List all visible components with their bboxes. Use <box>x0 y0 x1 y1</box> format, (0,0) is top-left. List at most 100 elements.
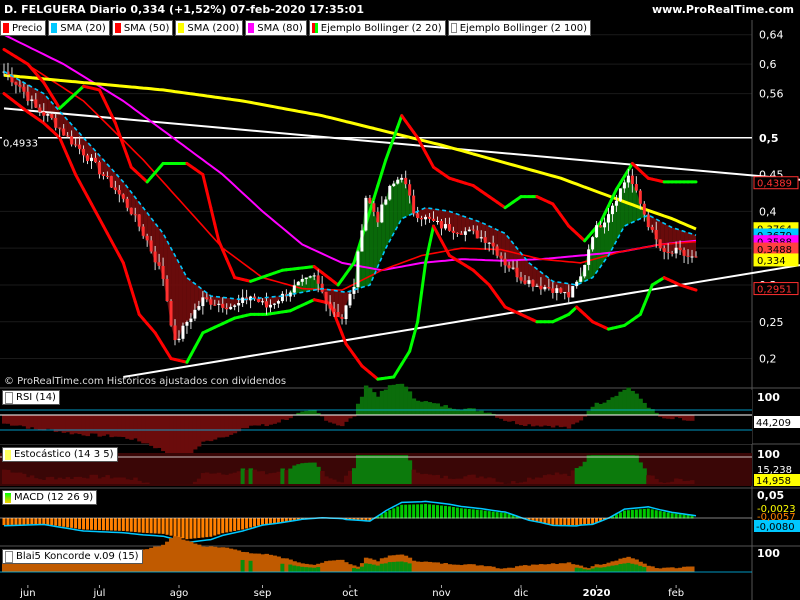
candle-body <box>42 111 46 116</box>
panel-label-macd[interactable]: MACD (12 26 9) <box>2 490 98 505</box>
candle-body <box>443 224 447 229</box>
panel-label-koncorde[interactable]: Blai5 Koncorde v.09 (15) <box>2 549 143 564</box>
rsi-bar <box>117 415 122 437</box>
y-tick-label: 0,64 <box>759 29 784 42</box>
rsi-bar <box>77 415 83 435</box>
macd-histogram <box>26 518 30 525</box>
legend-item-sma80[interactable]: SMA (80) <box>245 20 307 36</box>
koncorde-bar-green <box>594 567 600 572</box>
koncorde-bar-green <box>312 567 317 572</box>
koncorde-bar <box>487 566 492 572</box>
rsi-bar <box>204 415 210 441</box>
candle-body <box>121 194 125 199</box>
stoch-bar <box>312 462 317 484</box>
candle-body <box>62 128 66 136</box>
candle-body <box>38 107 42 112</box>
rsi-bar <box>216 415 222 438</box>
rsi-bar <box>188 415 194 455</box>
site-url[interactable]: www.ProRealTime.com <box>652 3 794 16</box>
stoch-bar <box>367 455 373 484</box>
rsi-bar <box>97 415 102 437</box>
koncorde-bar <box>662 567 667 572</box>
legend-item-sma200[interactable]: SMA (200) <box>175 20 244 36</box>
macd-histogram <box>201 518 205 538</box>
rsi-bar <box>503 415 508 421</box>
koncorde-bar <box>471 564 476 572</box>
rsi-bar <box>403 386 409 416</box>
legend-swatch <box>178 23 185 33</box>
legend-item-sma50[interactable]: SMA (50) <box>111 20 174 36</box>
candle-body <box>292 285 296 293</box>
candle-body <box>50 114 54 118</box>
candle-body <box>674 247 678 254</box>
macd-histogram <box>443 505 447 519</box>
stoch-bar <box>419 474 425 484</box>
stoch-bar <box>224 474 230 484</box>
candle-body <box>650 226 654 230</box>
rsi-bar <box>192 415 198 450</box>
koncorde-bar <box>344 562 349 572</box>
candle-body <box>630 175 634 185</box>
koncorde-bar-green <box>574 567 580 572</box>
stoch-bar <box>415 472 421 484</box>
candle-body <box>101 174 105 176</box>
candle-body <box>495 246 499 256</box>
fill-bear <box>182 270 187 326</box>
rsi-bar <box>260 415 266 425</box>
candle-body <box>447 224 451 231</box>
macd-histogram <box>157 518 161 534</box>
stoch-bar <box>260 471 266 484</box>
koncorde-bar <box>479 565 484 572</box>
rsi-bar <box>21 415 27 427</box>
candle-body <box>352 287 356 294</box>
stoch-extra-label: 15,238 <box>757 465 792 476</box>
y-tick-label: 0,5 <box>759 132 779 145</box>
rsi-bar <box>113 415 118 437</box>
stoch-bar <box>141 482 146 484</box>
koncorde-bar <box>483 566 488 572</box>
macd-histogram <box>74 518 78 529</box>
stoch-bar <box>526 477 532 484</box>
koncorde-bar <box>515 566 520 572</box>
rsi-bar <box>101 415 106 436</box>
candle-body <box>30 99 34 102</box>
rsi-bar <box>646 407 651 416</box>
panel-label-stochastic[interactable]: Estocástico (14 3 5) <box>2 447 118 462</box>
stoch-bar <box>455 478 460 484</box>
candle-body <box>133 214 137 216</box>
macd-histogram <box>121 518 125 531</box>
koncorde-bar <box>670 567 675 572</box>
stoch-bar <box>682 481 687 484</box>
candle-body <box>173 325 177 341</box>
macd-histogram <box>475 509 479 519</box>
stoch-bar <box>598 455 604 484</box>
stoch-bar <box>85 478 91 484</box>
x-tick-label: nov <box>432 588 450 599</box>
candle-body <box>451 230 455 233</box>
legend-item-sma20[interactable]: SMA (20) <box>48 20 110 36</box>
stoch-bar <box>479 476 484 484</box>
macd-histogram <box>249 518 253 528</box>
y-tick-label: 0,56 <box>759 88 784 101</box>
legend-item-bollinger-20[interactable]: Ejemplo Bollinger (2 20) <box>308 20 446 36</box>
fill-bear <box>214 296 219 305</box>
candle-body <box>324 291 328 304</box>
rsi-bar <box>324 415 329 421</box>
macd-histogram <box>213 518 217 536</box>
rsi-bar <box>542 415 548 426</box>
legend-item-bollinger-100[interactable]: Ejemplo Bollinger (2 100) <box>447 20 592 36</box>
legend-item-price[interactable]: Precio <box>0 20 47 36</box>
koncorde-bar <box>678 567 683 572</box>
koncorde-bar <box>666 567 671 572</box>
stoch-bar <box>133 477 138 484</box>
koncorde-bar <box>423 561 429 572</box>
candle-body <box>332 308 336 312</box>
candle-body <box>344 305 348 320</box>
stoch-bar <box>89 474 94 484</box>
stoch-bar <box>240 468 246 484</box>
candle-body <box>145 235 149 241</box>
candle-body <box>336 311 340 317</box>
candle-body <box>308 276 312 278</box>
panel-label-rsi[interactable]: RSI (14) <box>2 390 60 405</box>
stoch-bar <box>546 474 552 484</box>
